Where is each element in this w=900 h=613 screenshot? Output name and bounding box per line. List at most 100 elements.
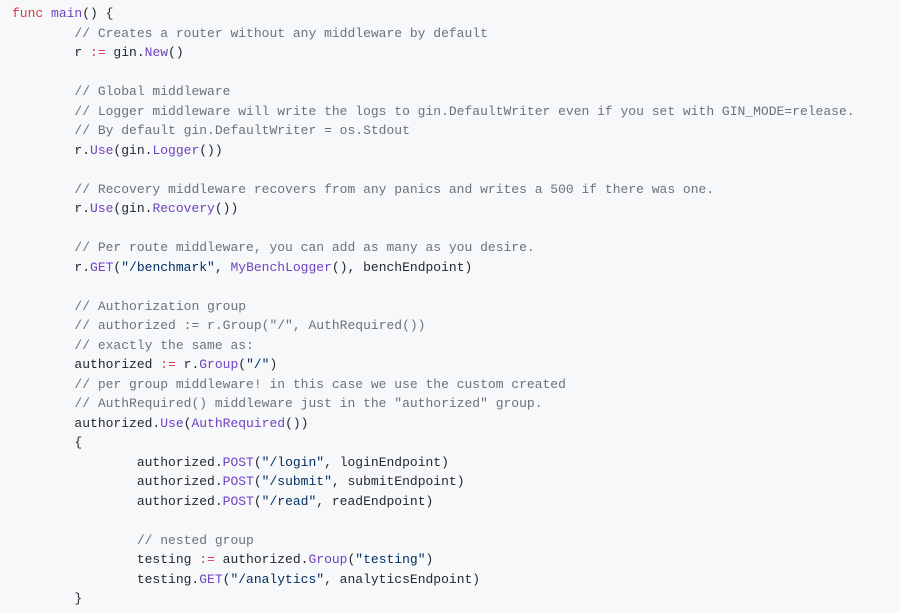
token-fn: Use bbox=[160, 416, 183, 431]
token-cmt: // Creates a router without any middlewa… bbox=[74, 26, 487, 41]
code-line: // Recovery middleware recovers from any… bbox=[12, 182, 714, 197]
token-id: authorized. bbox=[12, 455, 223, 470]
token-id: } bbox=[12, 591, 82, 606]
token-str: "testing" bbox=[355, 552, 425, 567]
token-str: "/read" bbox=[262, 494, 317, 509]
token-id bbox=[12, 533, 137, 548]
token-id bbox=[12, 26, 74, 41]
token-fn: Recovery bbox=[152, 201, 214, 216]
token-id: authorized bbox=[12, 357, 160, 372]
token-id: ( bbox=[254, 494, 262, 509]
token-fn: POST bbox=[223, 474, 254, 489]
token-fn: Group bbox=[308, 552, 347, 567]
token-id: ()) bbox=[215, 201, 238, 216]
token-id: , bbox=[215, 260, 231, 275]
token-id: () bbox=[168, 45, 184, 60]
code-line: authorized.POST("/read", readEndpoint) bbox=[12, 494, 433, 509]
token-str: "/analytics" bbox=[230, 572, 324, 587]
token-cmt: // Global middleware bbox=[74, 84, 230, 99]
token-cmt: // By default gin.DefaultWriter = os.Std… bbox=[74, 123, 409, 138]
token-cmt: // AuthRequired() middleware just in the… bbox=[74, 396, 542, 411]
token-id bbox=[12, 84, 74, 99]
code-line: testing.GET("/analytics", analyticsEndpo… bbox=[12, 572, 480, 587]
token-fn: MyBenchLogger bbox=[230, 260, 331, 275]
token-id bbox=[12, 377, 74, 392]
token-cmt: // exactly the same as: bbox=[74, 338, 253, 353]
token-fn: POST bbox=[223, 455, 254, 470]
token-id: , analyticsEndpoint) bbox=[324, 572, 480, 587]
token-kw: := bbox=[90, 45, 106, 60]
code-line: } bbox=[12, 591, 82, 606]
code-line: // Per route middleware, you can add as … bbox=[12, 240, 535, 255]
token-id: r. bbox=[176, 357, 199, 372]
token-cmt: // Authorization group bbox=[74, 299, 246, 314]
token-fn: AuthRequired bbox=[191, 416, 285, 431]
token-id: ) bbox=[426, 552, 434, 567]
code-line: // Logger middleware will write the logs… bbox=[12, 104, 855, 119]
token-id: testing bbox=[12, 552, 199, 567]
token-id: authorized. bbox=[12, 474, 223, 489]
token-id: { bbox=[12, 435, 82, 450]
token-fn: Use bbox=[90, 201, 113, 216]
token-id bbox=[12, 182, 74, 197]
code-line: authorized := r.Group("/") bbox=[12, 357, 277, 372]
token-fn: Group bbox=[199, 357, 238, 372]
code-line: // nested group bbox=[12, 533, 254, 548]
token-fn: New bbox=[145, 45, 168, 60]
code-line: r := gin.New() bbox=[12, 45, 184, 60]
code-line: // Authorization group bbox=[12, 299, 246, 314]
code-line: authorized.POST("/login", loginEndpoint) bbox=[12, 455, 449, 470]
code-line: { bbox=[12, 435, 82, 450]
token-id: r. bbox=[12, 201, 90, 216]
token-id: authorized. bbox=[12, 416, 160, 431]
token-cmt: // per group middleware! in this case we… bbox=[74, 377, 565, 392]
token-id bbox=[43, 6, 51, 21]
token-fn: GET bbox=[199, 572, 222, 587]
token-kw: func bbox=[12, 6, 43, 21]
code-line: r.Use(gin.Logger()) bbox=[12, 143, 223, 158]
code-line: // Global middleware bbox=[12, 84, 230, 99]
code-line: authorized.Use(AuthRequired()) bbox=[12, 416, 308, 431]
token-id: (gin. bbox=[113, 201, 152, 216]
token-str: "/submit" bbox=[262, 474, 332, 489]
token-str: "/login" bbox=[262, 455, 324, 470]
token-id: r. bbox=[12, 260, 90, 275]
token-id: authorized. bbox=[12, 494, 223, 509]
code-line: // per group middleware! in this case we… bbox=[12, 377, 566, 392]
token-id bbox=[12, 123, 74, 138]
token-kw: := bbox=[160, 357, 176, 372]
code-line: r.GET("/benchmark", MyBenchLogger(), ben… bbox=[12, 260, 472, 275]
token-id: () { bbox=[82, 6, 113, 21]
token-str: "/" bbox=[246, 357, 269, 372]
token-fn: Use bbox=[90, 143, 113, 158]
token-id: ( bbox=[238, 357, 246, 372]
code-line: r.Use(gin.Recovery()) bbox=[12, 201, 238, 216]
token-cmt: // authorized := r.Group("/", AuthRequir… bbox=[74, 318, 425, 333]
token-kw: := bbox=[199, 552, 215, 567]
code-line: // By default gin.DefaultWriter = os.Std… bbox=[12, 123, 410, 138]
token-id: ()) bbox=[199, 143, 222, 158]
code-line: // AuthRequired() middleware just in the… bbox=[12, 396, 543, 411]
code-line: authorized.POST("/submit", submitEndpoin… bbox=[12, 474, 465, 489]
token-id: (), benchEndpoint) bbox=[332, 260, 472, 275]
token-id bbox=[12, 318, 74, 333]
token-fn: GET bbox=[90, 260, 113, 275]
token-id: ( bbox=[254, 455, 262, 470]
token-id: r. bbox=[12, 143, 90, 158]
token-cmt: // Logger middleware will write the logs… bbox=[74, 104, 854, 119]
token-id: (gin. bbox=[113, 143, 152, 158]
token-id: , loginEndpoint) bbox=[324, 455, 449, 470]
token-id: ) bbox=[269, 357, 277, 372]
code-line: // Creates a router without any middlewa… bbox=[12, 26, 488, 41]
token-id bbox=[12, 338, 74, 353]
token-cmt: // Recovery middleware recovers from any… bbox=[74, 182, 714, 197]
token-str: "/benchmark" bbox=[121, 260, 215, 275]
token-id: testing. bbox=[12, 572, 199, 587]
code-line: // authorized := r.Group("/", AuthRequir… bbox=[12, 318, 425, 333]
token-cmt: // nested group bbox=[137, 533, 254, 548]
code-line: func main() { bbox=[12, 6, 113, 21]
token-fn: POST bbox=[223, 494, 254, 509]
token-cmt: // Per route middleware, you can add as … bbox=[74, 240, 534, 255]
code-line: testing := authorized.Group("testing") bbox=[12, 552, 433, 567]
token-id: ( bbox=[254, 474, 262, 489]
